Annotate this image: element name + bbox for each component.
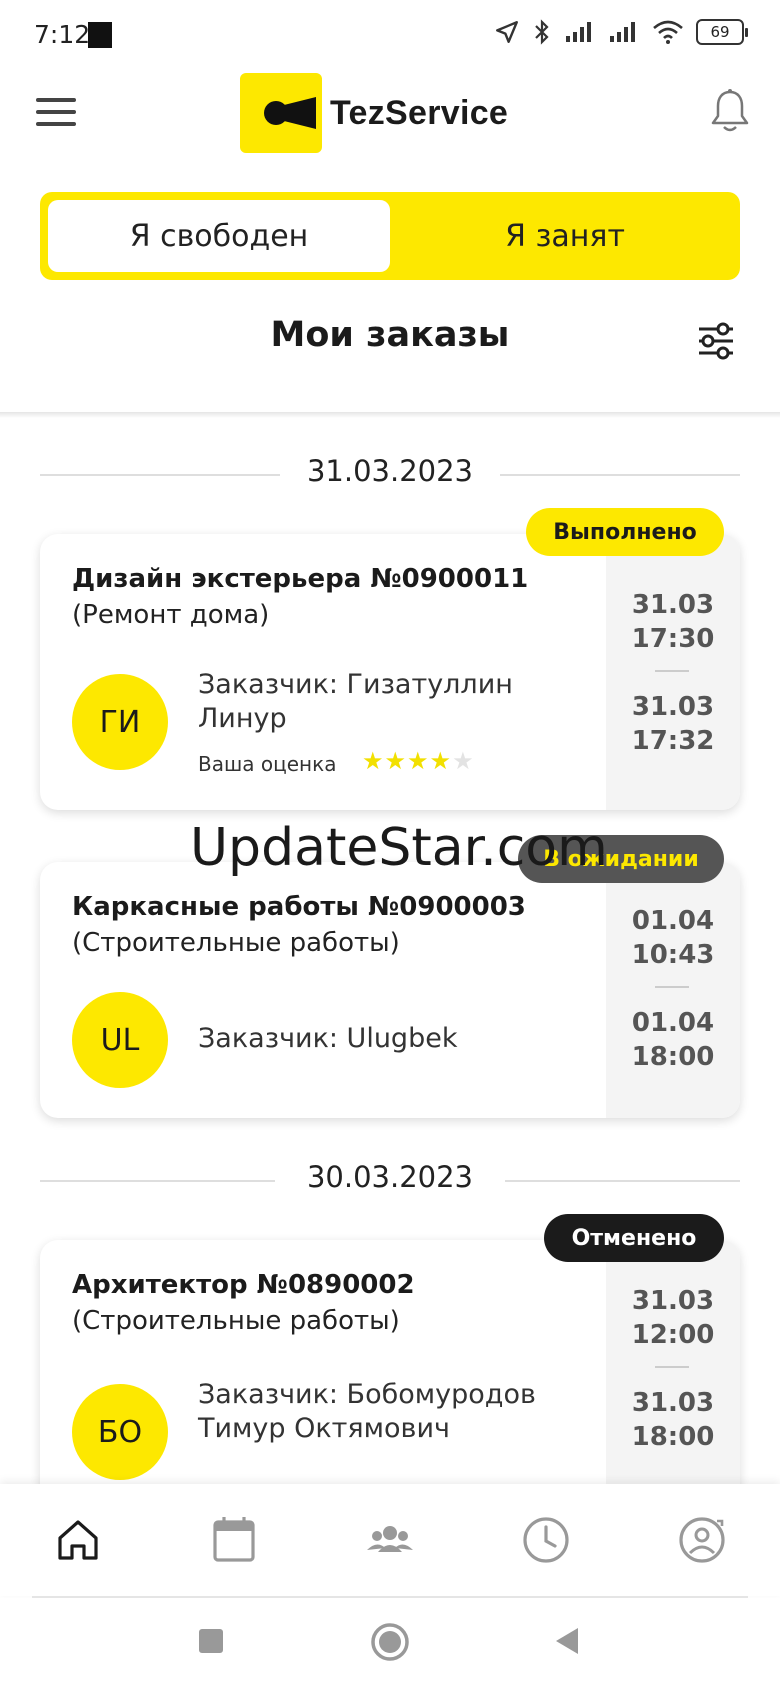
end-time: 18:00 (631, 1422, 715, 1452)
rating-stars: ★★★★★ (362, 747, 475, 775)
home-circle-icon[interactable] (370, 1622, 410, 1662)
header-divider (0, 412, 780, 418)
order-times: 31.03 17:30 31.03 17:32 (606, 534, 740, 810)
order-title: Каркасные работы №0900003 (72, 892, 526, 922)
notification-square-icon (88, 22, 112, 48)
location-arrow-icon (496, 21, 518, 43)
start-date: 01.04 (631, 906, 715, 936)
star-filled-icon: ★ (429, 747, 453, 775)
order-title: Архитектор №0890002 (72, 1270, 415, 1300)
battery-icon: 69 (696, 19, 748, 45)
order-category: (Ремонт дома) (72, 600, 270, 630)
filter-sliders-icon[interactable] (696, 322, 736, 360)
star-filled-icon: ★ (407, 747, 430, 775)
profile-icon[interactable] (672, 1512, 732, 1568)
start-time: 10:43 (631, 940, 715, 970)
availability-toggle: Я свободен Я занят (40, 192, 740, 280)
wifi-icon (653, 20, 683, 44)
signal-icon (566, 22, 591, 42)
toggle-busy-button[interactable]: Я занят (390, 192, 740, 280)
start-date: 31.03 (631, 1286, 715, 1316)
order-category: (Строительные работы) (72, 928, 400, 958)
app-logo: TezService (240, 73, 508, 153)
rating-label: Ваша оценка (198, 752, 337, 776)
page-title: Мои заказы (270, 315, 510, 355)
signal-icon-2 (610, 22, 635, 42)
status-badge: Отменено (544, 1214, 724, 1262)
date-label: 31.03.2023 (294, 454, 486, 488)
order-title: Дизайн экстерьера №0900011 (72, 564, 529, 594)
end-date: 31.03 (631, 692, 715, 722)
start-date: 31.03 (631, 590, 715, 620)
home-icon[interactable] (48, 1512, 108, 1568)
customer-name: Заказчик: Бобомуродов Тимур Октямович (198, 1379, 536, 1444)
start-time: 12:00 (631, 1320, 715, 1350)
toggle-free-button[interactable]: Я свободен (48, 200, 390, 272)
history-icon[interactable] (516, 1512, 576, 1568)
status-icons: 69 (494, 18, 748, 46)
end-time: 17:32 (631, 726, 715, 756)
date-separator: 31.03.2023 (40, 454, 740, 494)
customer-name: Заказчик: Гизатуллин Линур (198, 669, 513, 734)
menu-icon[interactable] (36, 98, 76, 128)
watermark-text: UpdateStar.com (190, 818, 608, 878)
star-filled-icon: ★ (362, 747, 385, 775)
back-icon[interactable] (552, 1626, 580, 1656)
date-separator: 30.03.2023 (40, 1160, 740, 1200)
group-icon[interactable] (360, 1512, 420, 1568)
avatar: ГИ (72, 674, 168, 770)
calendar-icon[interactable] (204, 1512, 264, 1568)
battery-level: 69 (710, 23, 730, 41)
customer-name: Заказчик: Ulugbek (198, 1023, 458, 1054)
end-date: 01.04 (631, 1008, 715, 1038)
status-badge: Выполнено (526, 508, 724, 556)
recent-apps-icon[interactable] (198, 1628, 224, 1654)
order-card[interactable]: Каркасные работы №0900003 (Строительные … (40, 862, 740, 1118)
order-card[interactable]: Дизайн экстерьера №0900011 (Ремонт дома)… (40, 534, 740, 810)
star-filled-icon: ★ (384, 747, 408, 775)
status-time: 7:12 (34, 20, 91, 49)
date-label: 30.03.2023 (294, 1160, 486, 1194)
bottom-navigation (0, 1484, 780, 1596)
status-bar: 7:12 69 (0, 0, 780, 72)
end-time: 18:00 (631, 1042, 715, 1072)
order-category: (Строительные работы) (72, 1306, 400, 1336)
bluetooth-icon (535, 19, 549, 45)
star-empty-icon: ★ (452, 747, 475, 775)
start-time: 17:30 (631, 624, 715, 654)
logo-mark-icon (240, 73, 322, 153)
avatar: UL (72, 992, 168, 1088)
bell-icon[interactable] (710, 88, 750, 134)
app-name: TezService (330, 93, 509, 132)
system-navigation (0, 1598, 780, 1690)
order-times: 01.04 10:43 01.04 18:00 (606, 862, 740, 1118)
avatar: БО (72, 1384, 168, 1480)
end-date: 31.03 (631, 1388, 715, 1418)
